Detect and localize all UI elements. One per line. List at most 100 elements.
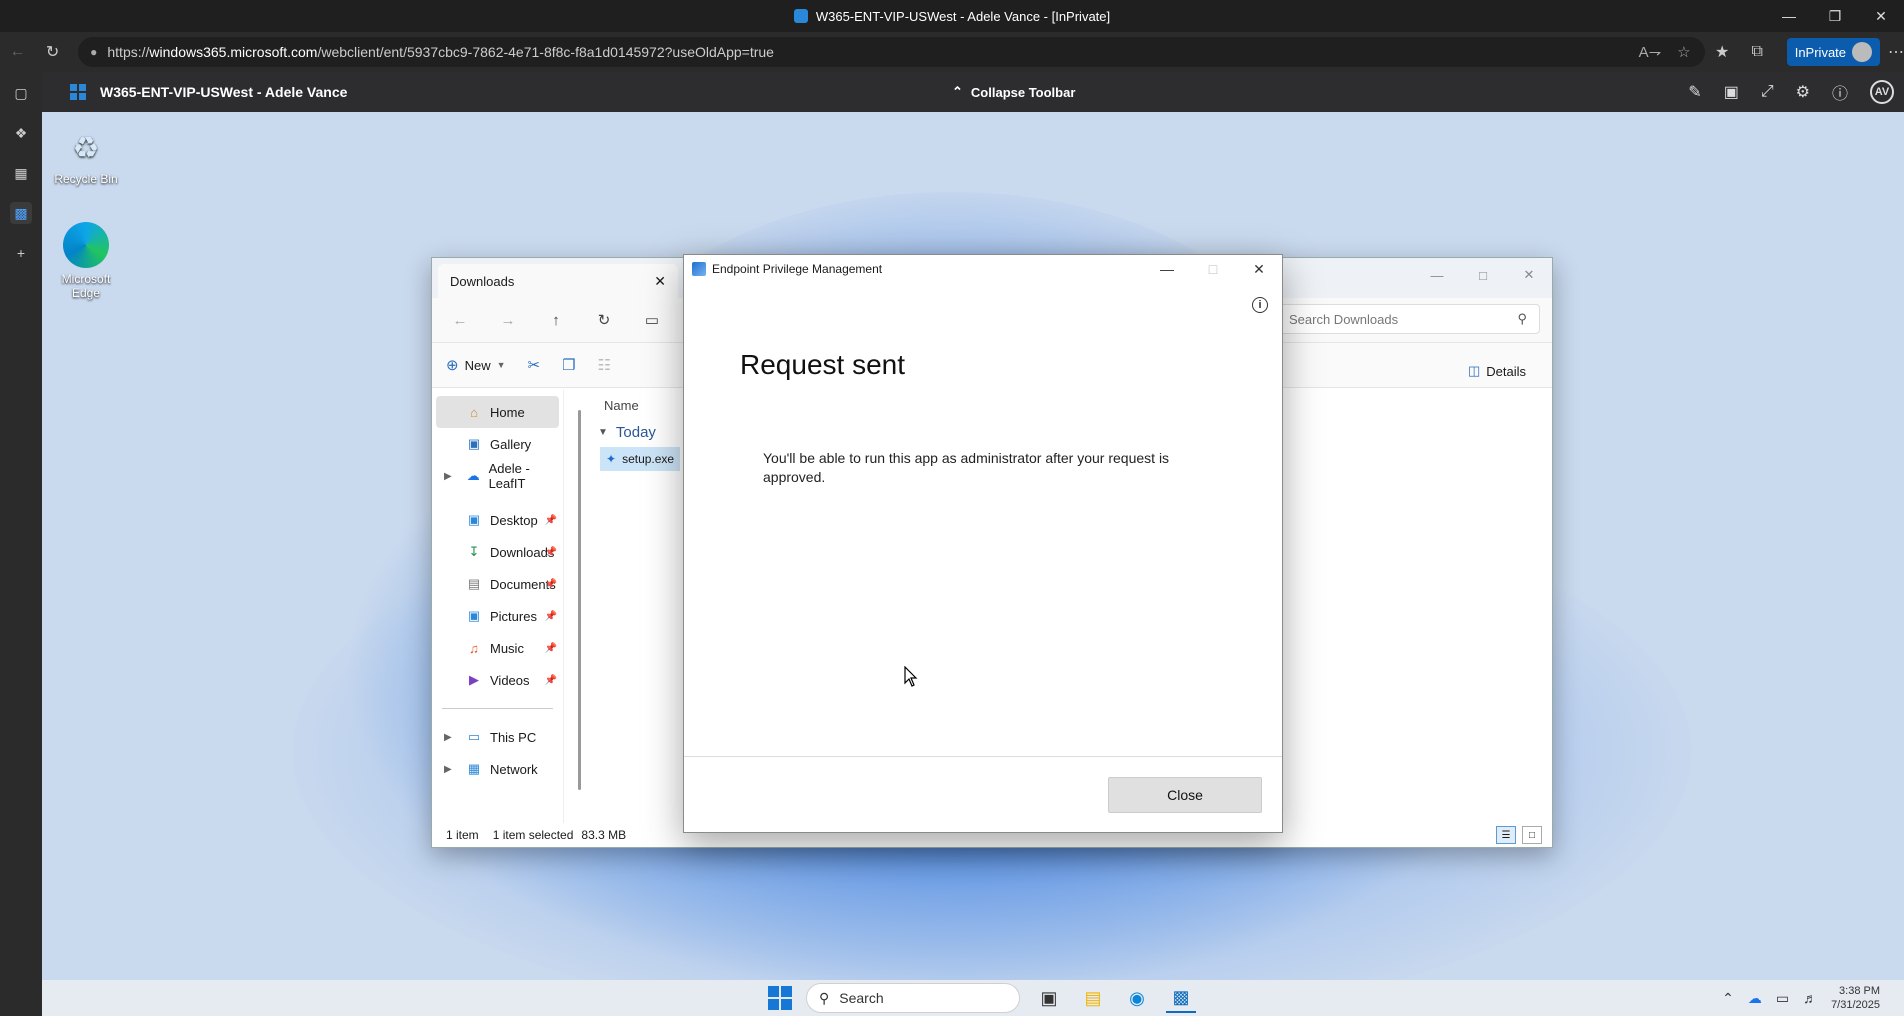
nav-item-downloads[interactable]: ↧ Downloads 📌 [432,536,563,568]
epm-dialog: Endpoint Privilege Management — □ ✕ i Re… [683,254,1283,833]
pictures-icon: ▣ [467,608,481,623]
back-icon[interactable]: ← [0,36,35,68]
home-icon: ⌂ [470,404,478,420]
windows-logo-icon [70,84,86,100]
search-icon: ⚲ [819,989,830,1006]
file-explorer-icon[interactable]: ▤ [1078,983,1108,1013]
maximize-icon[interactable]: □ [1460,258,1506,292]
close-icon[interactable]: ✕ [1506,258,1552,292]
explorer-tab-downloads[interactable]: Downloads ✕ [438,264,678,298]
profile-avatar-icon [1852,42,1873,62]
settings-gear-icon[interactable]: ⚙ [1796,82,1810,102]
nav-item-this-pc[interactable]: ▶ ▭ This PC [432,721,563,753]
paste-icon[interactable]: ☷ [598,356,611,374]
company-portal-icon[interactable]: ▩ [1166,983,1196,1013]
tab-actions-icon[interactable]: ▢ [10,82,32,104]
user-avatar[interactable]: AV [1870,80,1894,104]
search-icon: ⚲ [1517,311,1527,326]
forward-icon[interactable]: → [486,304,530,336]
search-downloads-input[interactable]: Search Downloads ⚲ [1276,304,1540,334]
close-icon[interactable]: ✕ [1858,0,1904,32]
up-icon[interactable]: ↑ [534,304,578,336]
nav-item-onedrive[interactable]: ▶ ☁ Adele - LeafIT [432,460,563,492]
chevron-right-icon[interactable]: ▶ [444,732,452,743]
videos-icon: ▶ [469,672,479,687]
desktop-icon-recycle-bin[interactable]: ♻ Recycle Bin [48,128,124,187]
info-icon[interactable]: ⓘ [1832,80,1848,104]
nav-item-home[interactable]: ⌂ Home [436,396,559,428]
chevron-right-icon[interactable]: ▶ [444,764,452,775]
favorite-star-icon[interactable]: ☆ [1677,43,1690,61]
nav-scrollbar[interactable] [578,410,581,790]
download-arrow-icon: ↧ [468,544,480,559]
volume-icon[interactable]: ♬ [1803,990,1817,1006]
refresh-icon[interactable]: ↻ [35,36,70,68]
system-clock[interactable]: 3:38 PM 7/31/2025 [1831,984,1880,1012]
network-icon[interactable]: ▭ [1776,990,1789,1007]
back-icon[interactable]: ← [438,304,482,336]
monitor-icon[interactable]: ▭ [630,304,674,336]
minimize-icon[interactable]: — [1414,258,1460,292]
close-button[interactable]: Close [1108,777,1262,813]
browser-window-title: W365-ENT-VIP-USWest - Adele Vance - [InP… [815,8,1111,24]
chevron-up-icon: ⌃ [952,84,963,99]
windows-icon[interactable]: ▦ [10,162,32,184]
collapse-toolbar-button[interactable]: ⌃ Collapse Toolbar [952,84,1075,100]
onedrive-cloud-icon: ☁ [466,468,480,483]
chevron-up-icon[interactable]: ⌃ [1722,990,1734,1007]
pin-icon: 📌 [544,610,557,622]
task-view-icon[interactable]: ▣ [1034,983,1064,1013]
nav-item-network[interactable]: ▶ ▦ Network [432,753,563,785]
dialog-heading: Request sent [740,349,905,380]
desktop-folder-icon: ▣ [467,512,481,527]
tiles-view-icon[interactable]: □ [1522,826,1542,844]
edge-browser-icon[interactable]: ◉ [1122,983,1152,1013]
feedback-icon[interactable]: ✎ [1688,82,1701,102]
taskbar-search-box[interactable]: ⚲ Search [806,983,1020,1013]
windows365-tab-icon[interactable]: ▩ [10,202,32,224]
url-field[interactable]: ● https://windows365.microsoft.com/webcl… [78,37,1705,67]
more-options-icon[interactable]: ⋯ [1888,42,1904,62]
onedrive-cloud-icon[interactable]: ☁ [1748,990,1762,1007]
details-button[interactable]: ◫ Details [1468,348,1526,394]
cut-icon[interactable]: ✂ [528,356,541,374]
desktop-icon-microsoft-edge[interactable]: Microsoft Edge [48,222,124,300]
start-windows-icon[interactable] [768,986,792,1010]
copy-icon[interactable]: ❐ [562,356,575,374]
chevron-right-icon[interactable]: ▶ [444,471,452,482]
new-button[interactable]: ⊕ New ▼ [446,356,506,374]
refresh-icon[interactable]: ↻ [582,304,626,336]
pin-icon: 📌 [544,642,557,654]
file-item-setup-exe[interactable]: ✦ setup.exe [600,447,680,471]
info-icon[interactable]: i [1252,297,1268,313]
nav-item-documents[interactable]: ▤ Documents 📌 [432,568,563,600]
gallery-icon: ▣ [467,436,481,451]
nav-item-pictures[interactable]: ▣ Pictures 📌 [432,600,563,632]
nav-item-videos[interactable]: ▶ Videos 📌 [432,664,563,696]
cloud-pc-name: W365-ENT-VIP-USWest - Adele Vance [100,84,348,100]
installer-icon: ✦ [606,452,617,466]
extensions-icon[interactable]: ⧉ [1740,36,1775,68]
inprivate-badge[interactable]: InPrivate [1786,38,1881,66]
read-aloud-icon[interactable]: A⇁ [1639,43,1662,61]
minimize-icon[interactable]: — [1144,255,1190,283]
fullscreen-icon[interactable]: ⤢ [1761,83,1774,101]
nav-item-gallery[interactable]: ▣ Gallery [432,428,563,460]
chevron-down-icon: ▼ [496,360,506,370]
copilot-icon[interactable]: ❖ [10,122,32,144]
details-view-icon[interactable]: ☰ [1496,826,1516,844]
maximize-icon: □ [1208,261,1218,277]
windows365-app-icon [793,9,808,23]
nav-item-desktop[interactable]: ▣ Desktop 📌 [432,504,563,536]
close-icon[interactable]: ✕ [1236,255,1282,283]
favorites-icon[interactable]: ★ [1705,36,1740,68]
add-tab-icon[interactable]: + [10,242,32,264]
minimize-icon[interactable]: — [1766,0,1812,32]
pin-icon: 📌 [544,674,557,686]
documents-icon: ▤ [467,576,481,591]
nav-item-music[interactable]: ♫ Music 📌 [432,632,563,664]
restore-icon[interactable]: ❐ [1812,0,1858,32]
devices-icon[interactable]: ▣ [1724,82,1739,102]
close-tab-icon[interactable]: ✕ [654,273,666,290]
details-pane-icon: ◫ [1467,363,1481,378]
